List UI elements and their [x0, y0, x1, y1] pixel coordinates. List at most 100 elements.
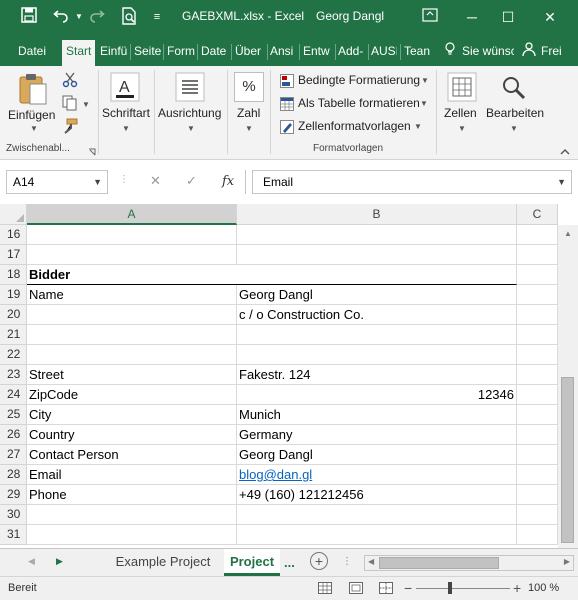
cell-c[interactable]: [517, 445, 558, 465]
row-header[interactable]: 18: [0, 265, 27, 285]
ribbon-display-icon[interactable]: [410, 0, 450, 34]
column-header-a[interactable]: A: [27, 204, 237, 225]
cell-c[interactable]: [517, 385, 558, 405]
cell-a[interactable]: [27, 305, 237, 325]
zoom-level[interactable]: 100 %: [528, 582, 559, 594]
print-preview-icon[interactable]: [118, 7, 140, 27]
customize-qat-icon[interactable]: ≡: [146, 7, 168, 27]
row-header[interactable]: 28: [0, 465, 27, 485]
cell-c[interactable]: [517, 405, 558, 425]
alignment-label[interactable]: Ausrichtung: [158, 106, 221, 120]
cell-c[interactable]: [517, 365, 558, 385]
number-dropdown-icon[interactable]: ▼: [245, 124, 253, 133]
cell-styles-dropdown-icon[interactable]: ▼: [414, 122, 422, 131]
row-header[interactable]: 16: [0, 225, 27, 245]
conditional-formatting-label[interactable]: Bedingte Formatierung: [298, 73, 420, 87]
cells-dropdown-icon[interactable]: ▼: [458, 124, 466, 133]
conditional-formatting-icon[interactable]: [280, 74, 294, 91]
row-header[interactable]: 22: [0, 345, 27, 365]
restore-button[interactable]: ☐: [488, 0, 528, 34]
font-icon[interactable]: A: [110, 72, 140, 105]
cell-b[interactable]: Germany: [237, 425, 517, 445]
number-format-icon[interactable]: %: [234, 72, 264, 102]
row-header[interactable]: 20: [0, 305, 27, 325]
cells-label[interactable]: Zellen: [444, 106, 477, 120]
cell-c[interactable]: [517, 325, 558, 345]
splitter-icon[interactable]: ⋮: [119, 174, 129, 185]
cell-b[interactable]: c / o Construction Co.: [237, 305, 517, 325]
select-all-button[interactable]: [0, 204, 27, 225]
scroll-up-icon[interactable]: ▲: [564, 229, 572, 238]
format-as-table-label[interactable]: Als Tabelle formatieren: [298, 96, 420, 110]
zoom-out-button[interactable]: −: [404, 580, 412, 596]
tab-page-layout[interactable]: Seite: [134, 42, 162, 66]
tab-insert[interactable]: Einfü: [100, 42, 128, 66]
clipboard-launcher-icon[interactable]: [88, 145, 96, 159]
zoom-slider-thumb[interactable]: [448, 582, 452, 594]
row-header[interactable]: 29: [0, 485, 27, 505]
more-sheets[interactable]: ...: [284, 555, 295, 570]
cancel-icon[interactable]: ✕: [150, 173, 161, 189]
cell-a[interactable]: [27, 245, 237, 265]
paste-label[interactable]: Einfügen: [8, 108, 55, 122]
cell-b[interactable]: blog@dan.gl: [237, 465, 517, 485]
tab-view[interactable]: Ansi: [270, 42, 297, 66]
tab-split-handle-icon[interactable]: ⋮: [342, 556, 352, 567]
cell-a[interactable]: [27, 325, 237, 345]
format-as-table-icon[interactable]: [280, 97, 294, 114]
enter-icon[interactable]: ✓: [186, 173, 197, 189]
expand-formula-bar-icon[interactable]: ▼: [557, 171, 566, 193]
minimize-button[interactable]: ─: [452, 0, 492, 34]
cell-c[interactable]: [517, 225, 558, 245]
close-button[interactable]: ✕: [530, 0, 570, 34]
name-box[interactable]: A14 ▼: [6, 170, 108, 194]
cell-a[interactable]: [27, 345, 237, 365]
cell-b[interactable]: [237, 325, 517, 345]
cell-a[interactable]: [27, 525, 237, 545]
normal-view-icon[interactable]: [318, 582, 332, 597]
cell-styles-icon[interactable]: [280, 120, 294, 137]
horizontal-scrollbar[interactable]: ◀ ▶: [364, 555, 574, 571]
cell-a[interactable]: ZipCode: [27, 385, 237, 405]
alignment-dropdown-icon[interactable]: ▼: [187, 124, 195, 133]
editing-label[interactable]: Bearbeiten: [486, 106, 544, 120]
editing-dropdown-icon[interactable]: ▼: [510, 124, 518, 133]
cell-a[interactable]: Email: [27, 465, 237, 485]
row-header[interactable]: 19: [0, 285, 27, 305]
row-header[interactable]: 30: [0, 505, 27, 525]
cell-c[interactable]: [517, 245, 558, 265]
cell-c[interactable]: [517, 465, 558, 485]
page-break-view-icon[interactable]: [379, 582, 393, 597]
sheet-scroll-left-icon[interactable]: ◀: [28, 556, 35, 567]
copy-icon[interactable]: [62, 95, 78, 114]
cell-a[interactable]: Contact Person: [27, 445, 237, 465]
number-label[interactable]: Zahl: [237, 106, 260, 120]
tab-review[interactable]: Über: [235, 42, 265, 66]
cell-a[interactable]: Phone: [27, 485, 237, 505]
cell-a[interactable]: Bidder: [27, 265, 237, 285]
cell-c[interactable]: [517, 485, 558, 505]
tab-data[interactable]: Date: [201, 42, 229, 66]
share-button[interactable]: Frei: [541, 42, 577, 66]
row-header[interactable]: 31: [0, 525, 27, 545]
share-icon[interactable]: [522, 42, 536, 66]
save-icon[interactable]: [18, 7, 40, 27]
name-box-dropdown-icon[interactable]: ▼: [93, 171, 102, 193]
formula-input[interactable]: Email ▼: [252, 170, 572, 194]
cell-b[interactable]: [237, 505, 517, 525]
cell-b[interactable]: Georg Dangl: [237, 445, 517, 465]
cell-a[interactable]: [27, 225, 237, 245]
cell-c[interactable]: [517, 305, 558, 325]
cell-a[interactable]: Country: [27, 425, 237, 445]
cell-a[interactable]: [27, 505, 237, 525]
conditional-formatting-dropdown-icon[interactable]: ▼: [421, 76, 429, 85]
vertical-scroll-thumb[interactable]: [561, 377, 574, 543]
cell-b[interactable]: Munich: [237, 405, 517, 425]
cell-b[interactable]: [237, 345, 517, 365]
scroll-right-icon[interactable]: ▶: [564, 557, 570, 566]
cell-b[interactable]: [237, 525, 517, 545]
cell-b[interactable]: [237, 225, 517, 245]
cell-a[interactable]: City: [27, 405, 237, 425]
row-header[interactable]: 27: [0, 445, 27, 465]
copy-dropdown-icon[interactable]: ▼: [82, 100, 90, 109]
